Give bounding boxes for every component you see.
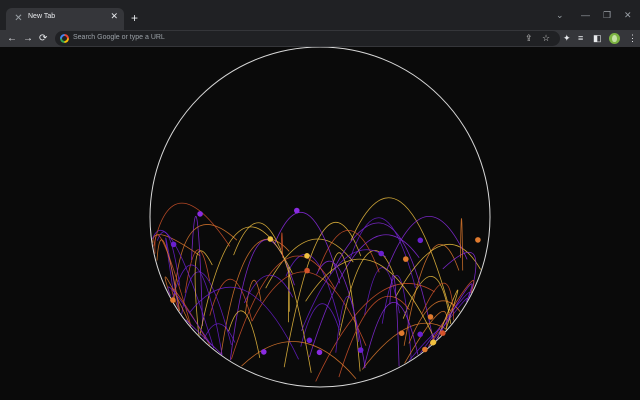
tab-close-icon[interactable]: ✕ <box>110 11 118 22</box>
particle-dot <box>440 330 446 336</box>
particle-trace <box>184 249 210 293</box>
particle-dot <box>398 330 405 337</box>
particle-dot <box>304 253 310 259</box>
reading-list-icon[interactable]: ≡ <box>578 32 583 45</box>
particle-trace <box>330 252 361 372</box>
particle-dot <box>306 337 313 344</box>
profile-avatar[interactable] <box>609 33 620 44</box>
particle-dot <box>475 237 481 243</box>
new-tab-page <box>0 47 640 400</box>
particle-trace <box>228 310 261 358</box>
particle-trace <box>241 341 357 379</box>
particle-dot <box>170 241 177 248</box>
particle-dot <box>316 349 323 356</box>
chrome-tab-favicon-icon: ✕ <box>14 13 23 24</box>
side-panel-icon[interactable]: ◧ <box>593 32 602 45</box>
toolbar: ← → ⟳ Search Google or type a URL ⇪ ☆ ✦ … <box>0 30 640 47</box>
share-icon[interactable]: ⇪ <box>525 33 533 44</box>
window-close-icon[interactable]: ✕ <box>624 10 632 21</box>
tab-title: New Tab <box>28 13 56 20</box>
particle-trace <box>243 274 294 304</box>
particle-trace <box>389 274 400 367</box>
google-logo-icon <box>60 34 69 43</box>
particle-trace <box>338 250 394 336</box>
particle-dot <box>378 250 385 257</box>
particle-dot <box>294 207 300 214</box>
tab-search-chevron-down-icon[interactable]: ⌄ <box>556 10 564 21</box>
particle-dot <box>403 256 409 262</box>
particle-trace <box>191 215 203 327</box>
particle-dot <box>427 314 434 320</box>
particle-dot <box>170 297 176 303</box>
particle-dot <box>267 236 274 242</box>
reload-icon[interactable]: ⟳ <box>39 31 47 46</box>
particle-trace <box>305 258 435 338</box>
omnibox[interactable]: Search Google or type a URL ⇪ ☆ <box>55 31 560 46</box>
boundary-circle <box>149 47 491 388</box>
particle-trace <box>153 202 231 247</box>
particle-trace <box>442 251 477 294</box>
bouncing-particles-artwork <box>149 47 491 388</box>
particle-dot <box>357 347 364 353</box>
restore-icon[interactable]: ❐ <box>603 10 611 21</box>
back-arrow-icon[interactable]: ← <box>7 31 17 46</box>
particle-trace <box>350 197 451 312</box>
tab-strip: ✕ New Tab ✕ + ⌄ — ❐ ✕ <box>0 0 640 30</box>
menu-kebab-icon[interactable]: ⋮ <box>628 32 637 45</box>
particle-dot <box>430 339 436 346</box>
particle-trace <box>318 230 380 273</box>
extensions-puzzle-icon[interactable]: ✦ <box>563 32 571 45</box>
particle-trace <box>251 271 367 346</box>
particle-dot <box>417 331 424 338</box>
star-bookmark-icon[interactable]: ☆ <box>542 33 550 44</box>
particle-trace <box>363 302 419 369</box>
particle-dot <box>304 267 310 274</box>
particle-dot <box>417 237 424 244</box>
particle-trace <box>285 254 341 326</box>
tab-new-tab[interactable]: ✕ New Tab ✕ <box>6 8 124 30</box>
minimize-icon[interactable]: — <box>581 10 590 20</box>
particle-traces <box>152 197 481 382</box>
new-tab-button[interactable]: + <box>131 12 138 24</box>
particle-dot <box>261 349 267 355</box>
particle-dot <box>197 211 203 217</box>
particle-trace <box>460 218 464 271</box>
search-input-placeholder[interactable]: Search Google or type a URL <box>73 34 165 41</box>
particle-trace <box>315 283 435 382</box>
particle-dot <box>422 346 428 353</box>
forward-arrow-icon[interactable]: → <box>23 31 33 46</box>
